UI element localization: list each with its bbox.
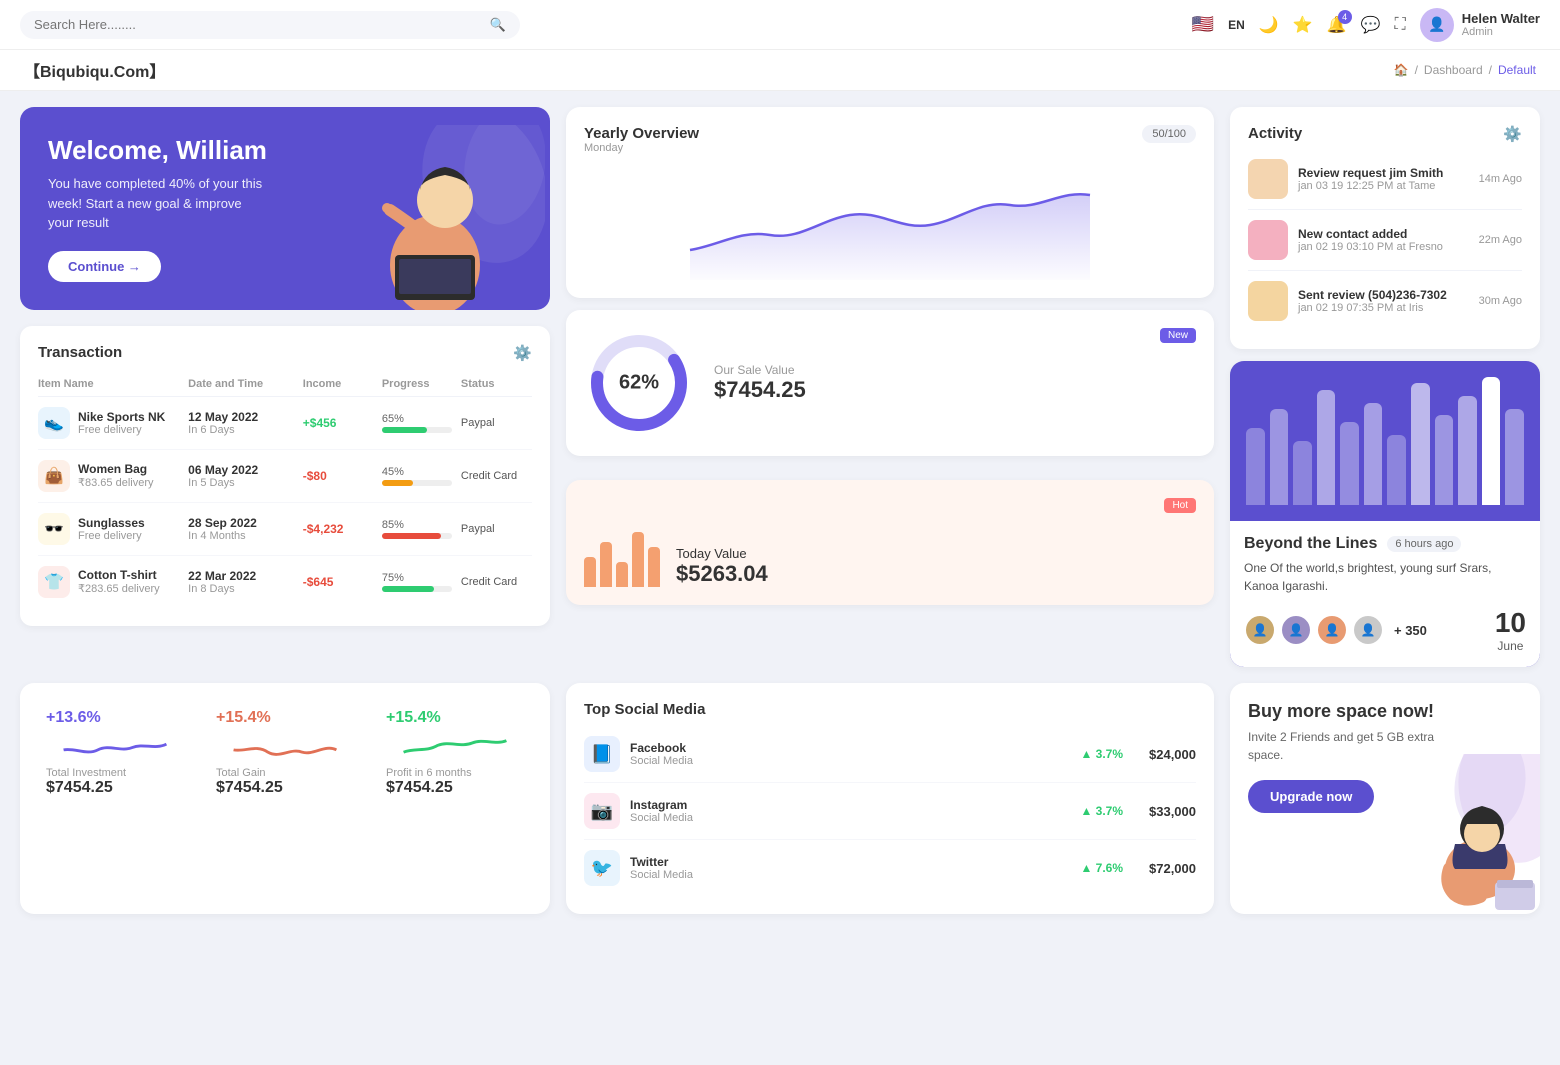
theme-toggle-button[interactable]: 🌙 bbox=[1259, 15, 1279, 35]
activity-item: New contact added jan 02 19 03:10 PM at … bbox=[1248, 210, 1522, 271]
activity-title: Activity bbox=[1248, 125, 1302, 142]
beyond-time: 6 hours ago bbox=[1387, 536, 1461, 552]
home-icon: 🏠 bbox=[1394, 63, 1409, 77]
bookmark-button[interactable]: ⭐ bbox=[1293, 15, 1313, 35]
sale-value: $7454.25 bbox=[714, 377, 806, 403]
social-row: 📘 Facebook Social Media ▲ 3.7% $24,000 bbox=[584, 726, 1196, 783]
welcome-subtitle: You have completed 40% of your this week… bbox=[48, 174, 268, 233]
sale-value-card: 62% Our Sale Value $7454.25 New bbox=[566, 310, 1214, 456]
sparkline-1 bbox=[216, 727, 354, 767]
new-badge: New bbox=[1160, 328, 1196, 343]
activity-settings-icon[interactable]: ⚙️ bbox=[1503, 125, 1522, 143]
beyond-avatar-3: 👤 bbox=[1316, 614, 1348, 646]
table-row: 👕 Cotton T-shirt ₹283.65 delivery 22 Mar… bbox=[38, 556, 532, 608]
social-media-card: Top Social Media 📘 Facebook Social Media… bbox=[566, 683, 1214, 914]
continue-button[interactable]: Continue → bbox=[48, 251, 161, 282]
table-row: 🕶️ Sunglasses Free delivery 28 Sep 2022 … bbox=[38, 503, 532, 556]
social-title: Top Social Media bbox=[584, 701, 1196, 718]
col-date: Date and Time bbox=[188, 378, 295, 390]
social-row: 📷 Instagram Social Media ▲ 3.7% $33,000 bbox=[584, 783, 1196, 840]
avatar: 👤 bbox=[1420, 8, 1454, 42]
welcome-card: Welcome, William You have completed 40% … bbox=[20, 107, 550, 310]
today-bar-chart bbox=[584, 527, 660, 587]
sale-title: Our Sale Value bbox=[714, 363, 806, 377]
yearly-chart bbox=[584, 160, 1196, 280]
hot-badge: Hot bbox=[1164, 498, 1196, 513]
activity-item: Review request jim Smith jan 03 19 12:25… bbox=[1248, 149, 1522, 210]
yearly-progress: 50/100 bbox=[1142, 125, 1196, 143]
breadcrumb-dashboard[interactable]: Dashboard bbox=[1424, 63, 1483, 77]
notification-badge: 4 bbox=[1338, 10, 1352, 24]
transaction-card: Transaction ⚙️ Item Name Date and Time I… bbox=[20, 326, 550, 626]
table-row: 👜 Women Bag ₹83.65 delivery 06 May 2022 … bbox=[38, 450, 532, 503]
yearly-title: Yearly Overview bbox=[584, 125, 699, 142]
purple-bar-chart bbox=[1230, 361, 1540, 521]
search-icon: 🔍 bbox=[490, 17, 506, 33]
col-income: Income bbox=[303, 378, 374, 390]
transaction-settings-icon[interactable]: ⚙️ bbox=[513, 344, 532, 362]
table-header: Item Name Date and Time Income Progress … bbox=[38, 368, 532, 397]
today-title: Today Value bbox=[676, 546, 768, 561]
welcome-illustration bbox=[320, 107, 550, 310]
stat-total-gain: +15.4% Total Gain $7454.25 bbox=[208, 701, 362, 805]
lang-label: EN bbox=[1228, 18, 1245, 32]
search-input[interactable] bbox=[34, 17, 482, 32]
transaction-title: Transaction bbox=[38, 344, 122, 361]
brand-logo: 【Biqubiqu.Com】 bbox=[24, 58, 165, 82]
beyond-plus-count: + 350 bbox=[1394, 623, 1427, 638]
activity-card: Activity ⚙️ Review request jim Smith jan… bbox=[1230, 107, 1540, 349]
user-name: Helen Walter bbox=[1462, 11, 1540, 26]
table-row: 👟 Nike Sports NK Free delivery 12 May 20… bbox=[38, 397, 532, 450]
donut-percentage: 62% bbox=[619, 372, 659, 395]
breadcrumb-current: Default bbox=[1498, 63, 1536, 77]
beyond-avatar-4: 👤 bbox=[1352, 614, 1384, 646]
beyond-description: One Of the world,s brightest, young surf… bbox=[1244, 559, 1526, 595]
sparkline-2 bbox=[386, 727, 524, 767]
beyond-title: Beyond the Lines bbox=[1244, 535, 1377, 553]
col-status: Status bbox=[461, 378, 532, 390]
yearly-subtitle: Monday bbox=[584, 142, 699, 154]
stats-card: +13.6% Total Investment $7454.25 +15.4% … bbox=[20, 683, 550, 914]
beyond-date: 10 June bbox=[1495, 607, 1526, 653]
search-bar[interactable]: 🔍 bbox=[20, 11, 520, 39]
today-value: $5263.04 bbox=[676, 561, 768, 587]
col-progress: Progress bbox=[382, 378, 453, 390]
chat-button[interactable]: 💬 bbox=[1361, 15, 1381, 35]
stat-total-investment: +13.6% Total Investment $7454.25 bbox=[38, 701, 192, 805]
buyspace-title: Buy more space now! bbox=[1248, 701, 1522, 722]
upgrade-button[interactable]: Upgrade now bbox=[1248, 780, 1374, 813]
yearly-overview-card: Yearly Overview Monday 50/100 bbox=[566, 107, 1214, 298]
notification-button[interactable]: 🔔4 bbox=[1327, 15, 1347, 35]
user-role: Admin bbox=[1462, 26, 1540, 38]
social-row: 🐦 Twitter Social Media ▲ 7.6% $72,000 bbox=[584, 840, 1196, 896]
beyond-chart-card: Beyond the Lines 6 hours ago One Of the … bbox=[1230, 361, 1540, 667]
sparkline-0 bbox=[46, 727, 184, 767]
buyspace-illustration bbox=[1390, 754, 1540, 914]
beyond-avatar-1: 👤 bbox=[1244, 614, 1276, 646]
col-item: Item Name bbox=[38, 378, 180, 390]
stat-profit: +15.4% Profit in 6 months $7454.25 bbox=[378, 701, 532, 805]
fullscreen-button[interactable]: ⛶ bbox=[1395, 16, 1406, 34]
today-value-card: Hot Today Value $5263.04 bbox=[566, 480, 1214, 605]
beyond-avatar-2: 👤 bbox=[1280, 614, 1312, 646]
flag-icon: 🇺🇸 bbox=[1192, 14, 1214, 35]
user-menu[interactable]: 👤 Helen Walter Admin bbox=[1420, 8, 1540, 42]
buy-space-card: Buy more space now! Invite 2 Friends and… bbox=[1230, 683, 1540, 914]
breadcrumb: 🏠 / Dashboard / Default bbox=[1394, 63, 1536, 77]
activity-item: Sent review (504)236-7302 jan 02 19 07:3… bbox=[1248, 271, 1522, 331]
